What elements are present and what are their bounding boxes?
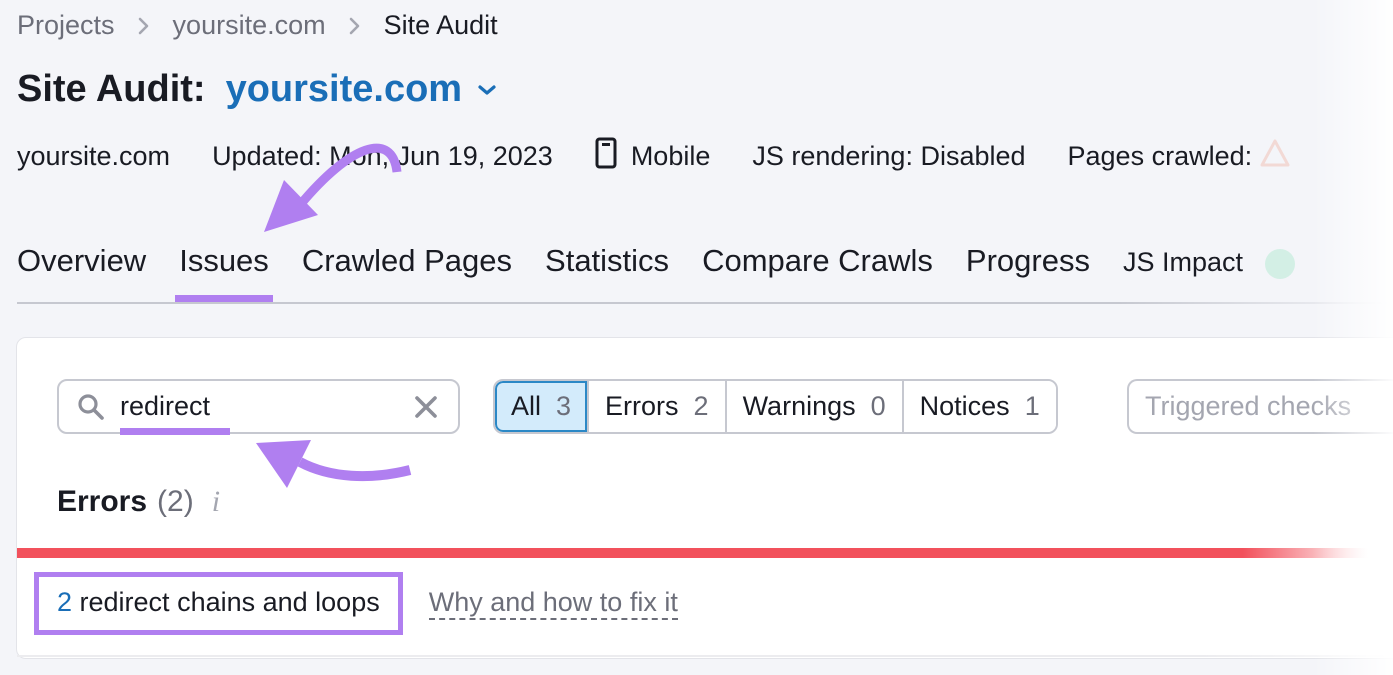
issue-row: 2 redirect chains and loops Why and how … <box>34 572 678 635</box>
severity-filter: All 3 Errors 2 Warnings 0 Notices 1 <box>493 379 1058 434</box>
meta-pages-crawled: Pages crawled: <box>1068 139 1291 174</box>
info-icon[interactable]: i <box>212 485 220 519</box>
chevron-right-icon <box>137 16 151 36</box>
chevron-right-icon <box>348 16 362 36</box>
errors-heading: Errors (2) i <box>57 485 220 519</box>
filter-warnings[interactable]: Warnings 0 <box>726 381 904 432</box>
audit-tabs: Overview Issues Crawled Pages Statistics… <box>17 243 1328 303</box>
filter-errors[interactable]: Errors 2 <box>589 381 727 432</box>
pages-crawled-label: Pages crawled: <box>1067 141 1253 171</box>
errors-count: (2) <box>157 485 194 518</box>
meta-device: Mobile <box>595 137 711 176</box>
tab-overview[interactable]: Overview <box>17 243 146 300</box>
meta-domain: yoursite.com <box>17 141 171 171</box>
errors-label: Errors <box>57 485 148 518</box>
filter-errors-label: Errors <box>605 391 679 421</box>
meta-device-label: Mobile <box>630 141 711 171</box>
breadcrumb-projects[interactable]: Projects <box>17 10 115 41</box>
tab-compare-crawls[interactable]: Compare Crawls <box>702 243 933 300</box>
tab-progress[interactable]: Progress <box>966 243 1090 300</box>
issues-card: All 3 Errors 2 Warnings 0 Notices 1 Trig… <box>16 337 1393 659</box>
annotation-underline <box>120 428 230 435</box>
audit-meta: yoursite.com Updated: Mon, Jun 19, 2023 … <box>17 137 1332 176</box>
project-domain-dropdown[interactable]: yoursite.com <box>226 68 463 111</box>
filter-all-label: All <box>511 391 542 421</box>
why-how-to-fix-link[interactable]: Why and how to fix it <box>428 587 678 620</box>
tab-js-impact[interactable]: JS Impact <box>1123 243 1295 300</box>
filter-notices-count: 1 <box>1024 391 1040 421</box>
tab-issues[interactable]: Issues <box>175 243 273 303</box>
filter-warnings-count: 0 <box>870 391 886 421</box>
meta-js-rendering: JS rendering: Disabled <box>752 141 1026 171</box>
filter-warnings-label: Warnings <box>742 391 856 421</box>
filter-all[interactable]: All 3 <box>495 381 590 432</box>
row-divider <box>17 655 1393 657</box>
filter-notices-label: Notices <box>919 391 1010 421</box>
close-icon[interactable] <box>414 395 438 419</box>
site-audit-page: Projects yoursite.com Site Audit Site Au… <box>0 0 1393 675</box>
chevron-down-icon[interactable] <box>476 83 498 97</box>
search-icon <box>76 392 106 422</box>
breadcrumb-domain[interactable]: yoursite.com <box>173 10 326 41</box>
page-title: Site Audit: yoursite.com <box>17 68 498 111</box>
page-title-label: Site Audit: <box>17 68 206 110</box>
search-input[interactable] <box>120 391 390 422</box>
warning-icon <box>1260 139 1290 174</box>
issue-search-field[interactable] <box>57 379 460 435</box>
breadcrumb: Projects yoursite.com Site Audit <box>17 10 498 41</box>
triggered-checks-select[interactable]: Triggered checks <box>1127 379 1393 434</box>
error-severity-bar <box>17 548 1393 558</box>
tab-statistics[interactable]: Statistics <box>545 243 669 300</box>
filter-errors-count: 2 <box>693 391 709 421</box>
tab-js-impact-label: JS Impact <box>1122 247 1243 277</box>
filter-notices[interactable]: Notices 1 <box>903 381 1056 432</box>
filter-all-count: 3 <box>556 391 572 421</box>
meta-updated: Updated: Mon, Jun 19, 2023 <box>212 141 553 171</box>
breadcrumb-site-audit: Site Audit <box>383 10 498 40</box>
issue-link[interactable]: 2 redirect chains and loops <box>34 572 403 635</box>
tab-crawled-pages[interactable]: Crawled Pages <box>302 243 512 300</box>
new-badge <box>1264 248 1295 279</box>
triggered-checks-placeholder: Triggered checks <box>1145 391 1352 421</box>
tabs-divider <box>17 302 1393 304</box>
issue-title: redirect chains and loops <box>72 587 380 617</box>
issue-count[interactable]: 2 <box>57 587 72 617</box>
mobile-device-icon <box>595 137 617 176</box>
